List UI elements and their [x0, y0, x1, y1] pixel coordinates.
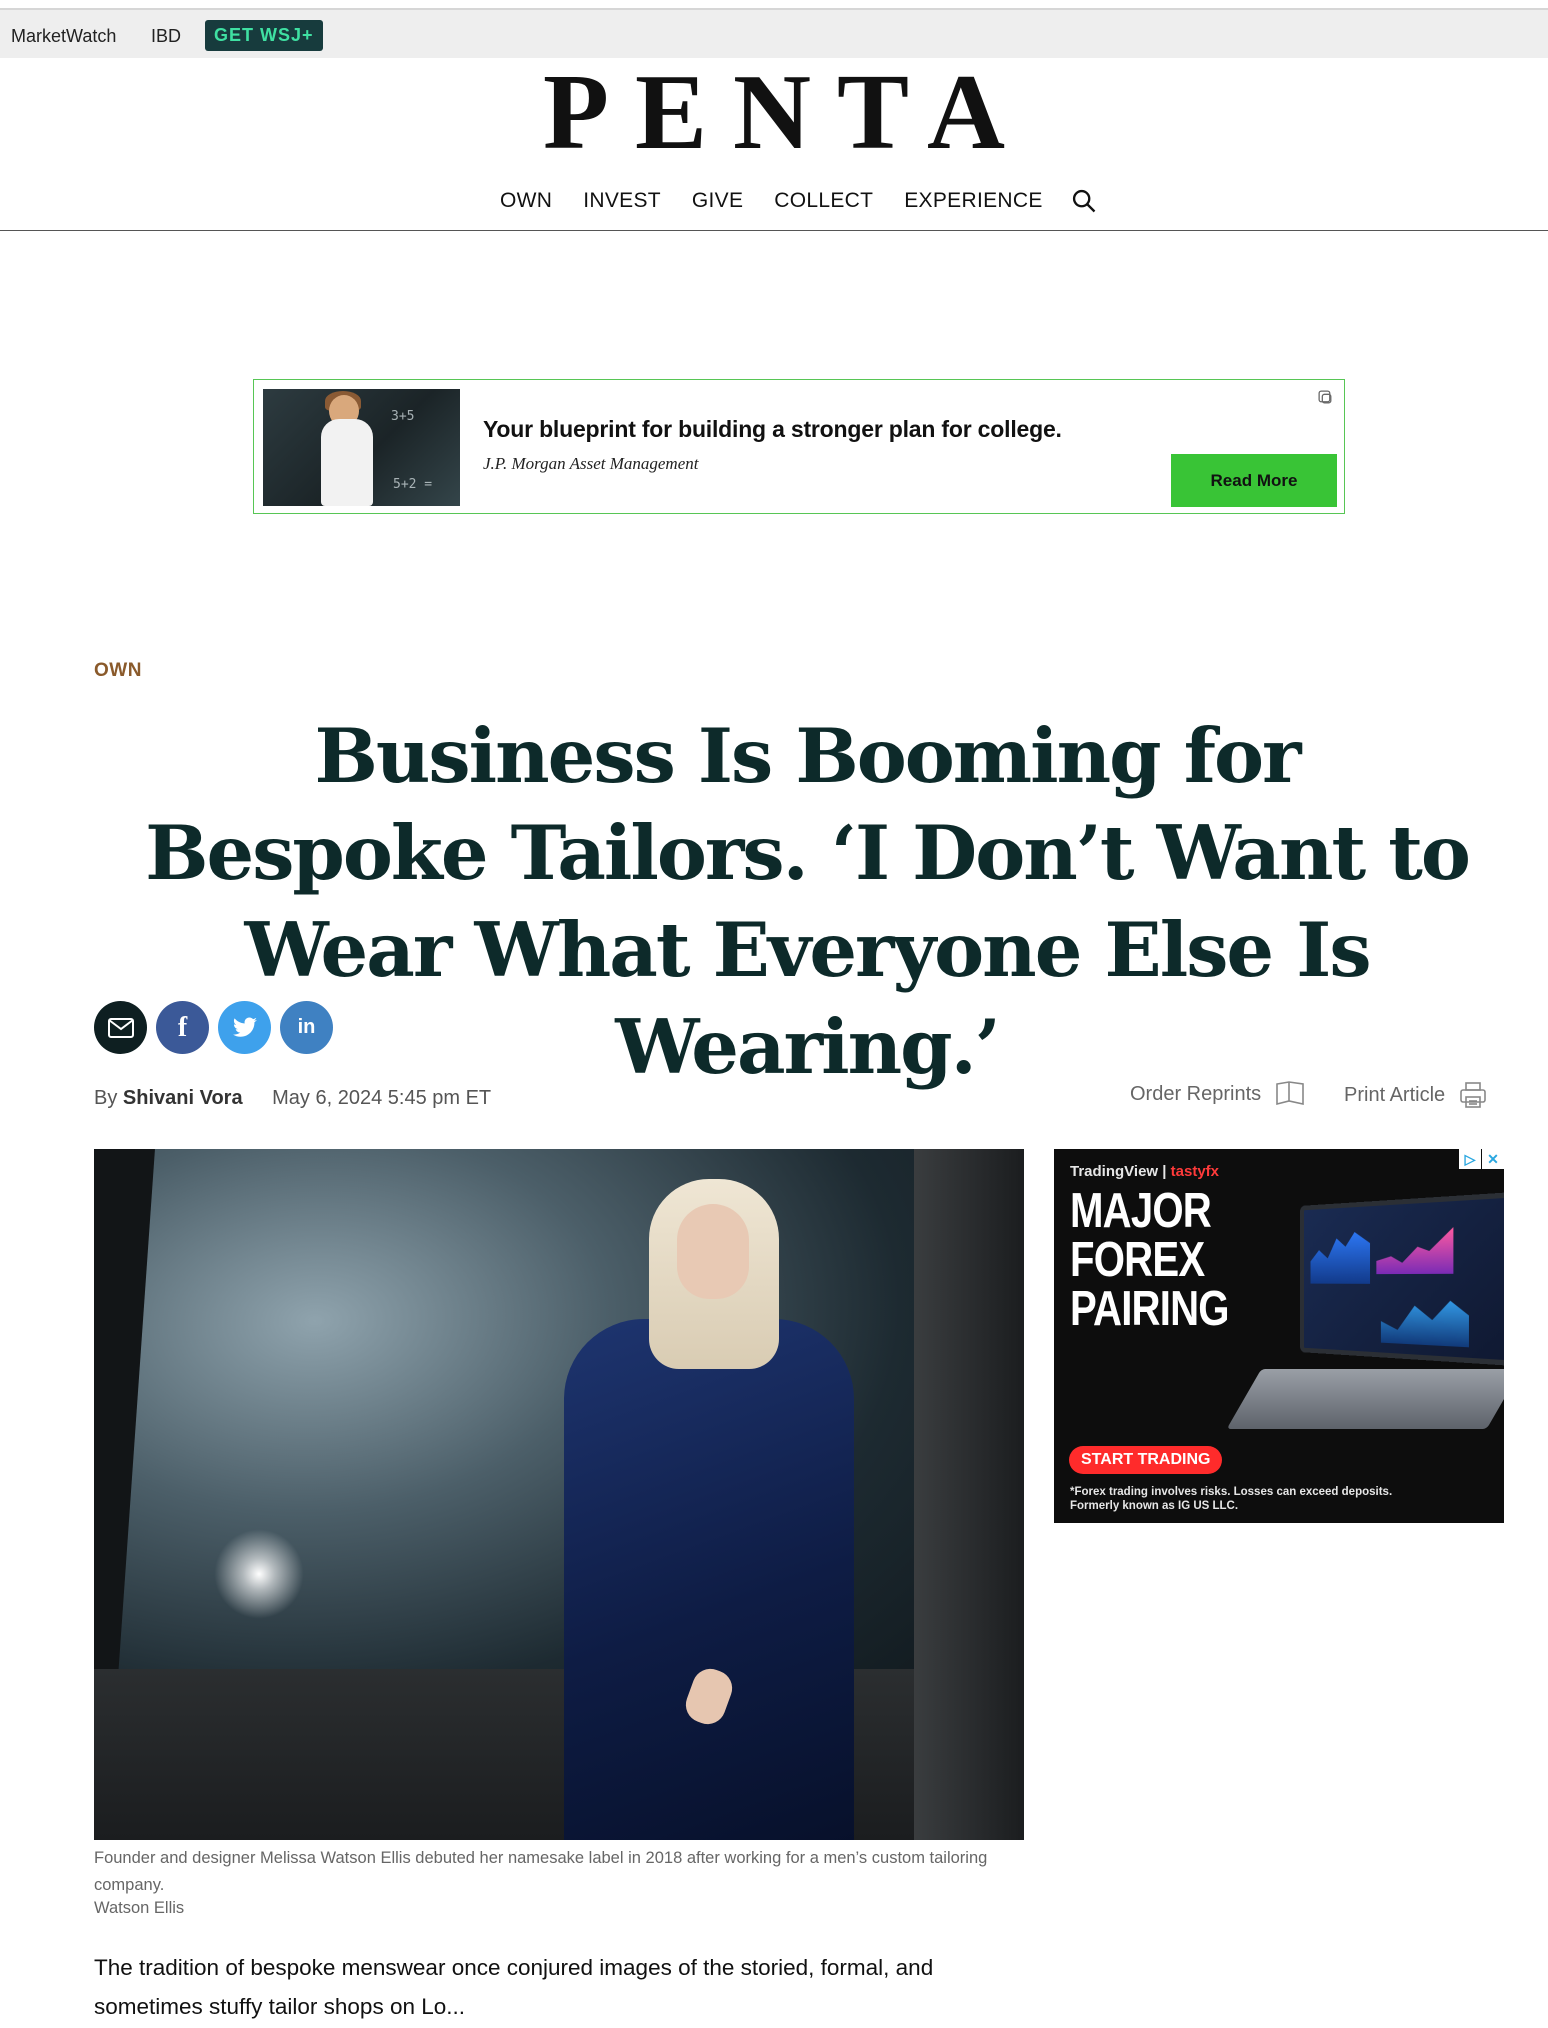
nav-collect[interactable]: COLLECT [774, 189, 873, 213]
chart-graphic [1376, 1227, 1453, 1274]
publish-date: May 6, 2024 5:45 pm ET [272, 1087, 492, 1109]
read-more-button[interactable]: Read More [1171, 454, 1337, 507]
get-wsj-plus-button[interactable]: GET WSJ+ [205, 20, 323, 51]
article-body-paragraph: The tradition of bespoke menswear once c… [94, 1955, 934, 2019]
print-article-button[interactable]: Print Article [1344, 1081, 1487, 1109]
share-twitter-button[interactable] [218, 1001, 271, 1054]
brand-separator: | [1162, 1163, 1167, 1180]
photo-caption: Founder and designer Melissa Watson Elli… [94, 1849, 988, 1894]
byline-prefix: By [94, 1087, 118, 1109]
ad-disclaimer-line: Formerly known as IG US LLC. [1070, 1500, 1239, 1512]
photo-frame-bottom [94, 1669, 1024, 1840]
order-reprints-label: Order Reprints [1130, 1082, 1262, 1105]
nav-experience[interactable]: EXPERIENCE [904, 189, 1042, 213]
child-body [321, 419, 373, 506]
linkedin-icon: in [297, 1016, 316, 1038]
share-email-button[interactable] [94, 1001, 147, 1054]
printer-icon [1460, 1082, 1486, 1108]
ad-disclaimer: *Forex trading involves risks. Losses ca… [1070, 1485, 1392, 1513]
tastyfx-ad[interactable]: TradingView | tastyfx MAJOR FOREX PAIRIN… [1054, 1149, 1504, 1523]
ad-options-icon[interactable] [1317, 389, 1334, 406]
chart-graphic [1310, 1226, 1370, 1284]
tradingview-logo: TradingView [1070, 1163, 1159, 1180]
nav-own[interactable]: OWN [500, 189, 552, 213]
chalk-text: 3+5 [391, 409, 415, 424]
college-plan-ad[interactable]: 3+5 5+2 = Your blueprint for building a … [253, 379, 1345, 514]
nav-invest[interactable]: INVEST [583, 189, 661, 213]
ad-title: Your blueprint for building a stronger p… [483, 416, 1062, 442]
marketwatch-link[interactable]: MarketWatch [11, 26, 116, 47]
byline: By Shivani Vora May 6, 2024 5:45 pm ET [94, 1087, 491, 1110]
facebook-icon: f [177, 1011, 188, 1043]
hero-photo [94, 1149, 1024, 1840]
ad-laptop-screen [1300, 1190, 1504, 1368]
ad-sponsor: J.P. Morgan Asset Management [483, 454, 699, 473]
author-link[interactable]: Shivani Vora [123, 1087, 243, 1109]
adchoices-icon[interactable]: ▷ [1459, 1149, 1481, 1169]
ad-headline-line: PAIRING [1070, 1282, 1230, 1336]
ad-controls: ▷ ✕ [1458, 1149, 1504, 1169]
chart-graphic [1381, 1289, 1469, 1348]
email-icon [107, 1017, 134, 1038]
order-reprints-button[interactable]: Order Reprints [1130, 1081, 1305, 1107]
tastyfx-logo: tastyfx [1170, 1163, 1219, 1180]
penta-logo[interactable]: PENTA [0, 58, 1548, 168]
photo-subject-suit [564, 1319, 854, 1840]
chalk-text: 5+2 = [393, 477, 433, 492]
ad-headline: MAJOR FOREX PAIRING [1070, 1184, 1230, 1336]
ad-laptop-keyboard [1226, 1369, 1504, 1429]
photo-subject-face [677, 1204, 749, 1299]
share-bar: f in [94, 1001, 342, 1054]
share-linkedin-button[interactable]: in [280, 1001, 333, 1054]
photo-light-flare [214, 1529, 304, 1619]
share-facebook-button[interactable]: f [156, 1001, 209, 1054]
ad-brand: TradingView | tastyfx [1070, 1163, 1219, 1180]
book-icon [1276, 1081, 1304, 1106]
ad-headline-line: MAJOR [1070, 1184, 1212, 1238]
search-icon[interactable] [1070, 187, 1098, 215]
print-article-label: Print Article [1344, 1083, 1446, 1106]
start-trading-button[interactable]: START TRADING [1069, 1446, 1223, 1474]
ibd-link[interactable]: IBD [151, 26, 181, 47]
photo-credit: Watson Ellis [94, 1899, 185, 1917]
utility-bar: MarketWatch IBD GET WSJ+ [0, 8, 1548, 58]
ad-headline-line: FOREX [1070, 1233, 1205, 1287]
photo-frame-right [914, 1149, 1024, 1840]
twitter-icon [232, 1016, 257, 1037]
nav-give[interactable]: GIVE [692, 189, 743, 213]
ad-image-child-chalkboard: 3+5 5+2 = [263, 389, 460, 506]
close-icon[interactable]: ✕ [1482, 1149, 1504, 1169]
ad-disclaimer-line: *Forex trading involves risks. Losses ca… [1070, 1486, 1393, 1498]
main-nav: OWN INVEST GIVE COLLECT EXPERIENCE [500, 186, 1098, 216]
masthead-divider [0, 230, 1548, 231]
section-label[interactable]: OWN [94, 660, 142, 682]
